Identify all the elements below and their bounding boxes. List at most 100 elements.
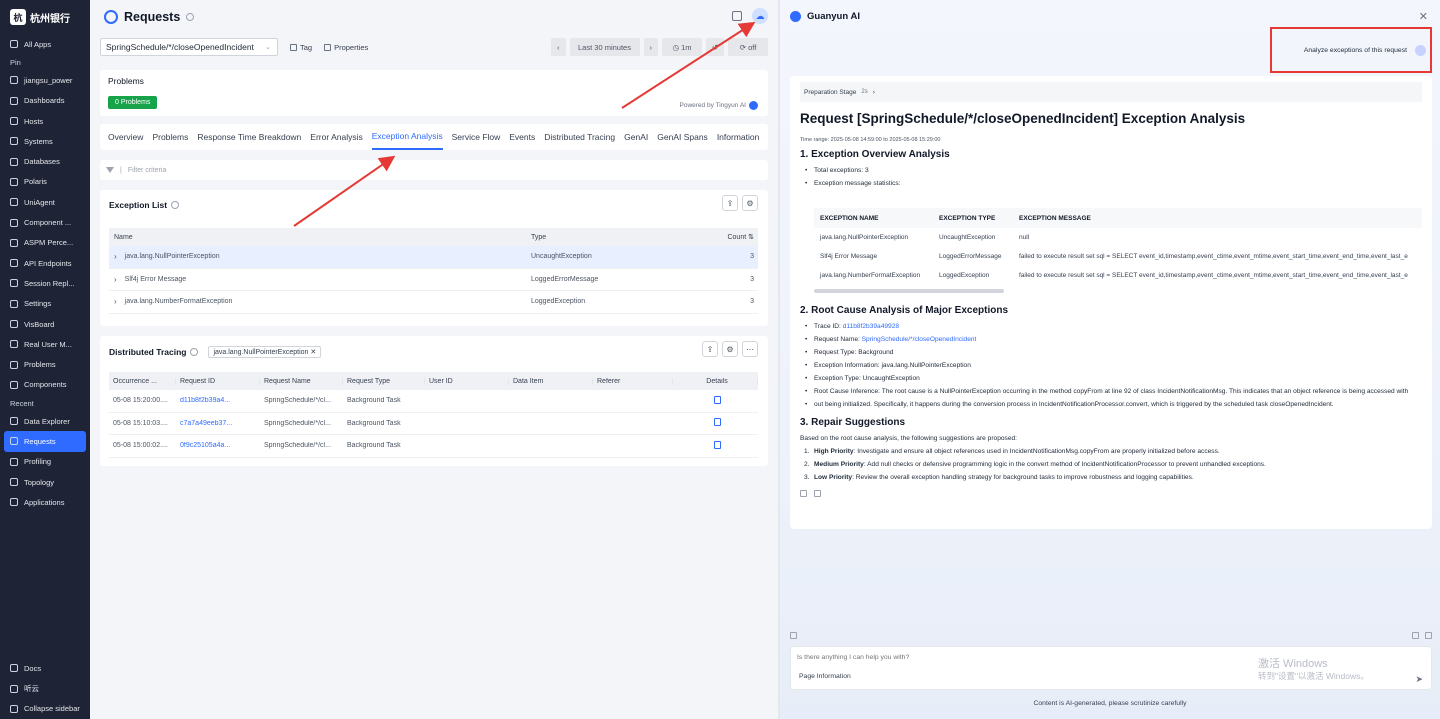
table-scrollbar[interactable] — [814, 289, 1004, 293]
sidebar-item-session-repl[interactable]: Session Repl... — [0, 273, 90, 293]
trace-id-link[interactable]: d11b8f2b39a49928 — [843, 323, 899, 330]
sidebar-item-uniagent[interactable]: UniAgent — [0, 192, 90, 212]
help-icon[interactable] — [1425, 632, 1432, 639]
sidebar-item-data-explorer[interactable]: Data Explorer — [0, 411, 90, 431]
time-back-button[interactable]: ↺ — [706, 38, 724, 56]
sidebar-item-systems[interactable]: Systems — [0, 131, 90, 151]
column-header-referer[interactable]: Referer — [593, 377, 673, 385]
info-icon[interactable] — [171, 201, 180, 209]
cell[interactable]: 0f9c25105a4a... — [176, 442, 260, 449]
document-icon[interactable] — [714, 440, 721, 449]
column-header-occurrence[interactable]: Occurrence ... — [109, 377, 176, 385]
ai-table-header: EXCEPTION MESSAGE — [1019, 214, 1091, 222]
sidebar-item-aspm-perce[interactable]: ASPM Perce... — [0, 233, 90, 253]
preparation-stage[interactable]: Preparation Stage 2s › — [800, 82, 1422, 102]
document-icon[interactable] — [714, 418, 721, 427]
tab-service-flow[interactable]: Service Flow — [452, 124, 501, 150]
column-header-request-id[interactable]: Request ID — [176, 377, 260, 385]
more-icon[interactable]: ⋯ — [742, 341, 758, 357]
sidebar-item-component[interactable]: Component ... — [0, 212, 90, 232]
tab-genai[interactable]: GenAI — [624, 124, 648, 150]
request-name-link[interactable]: SpringSchedule/*/closeOpenedIncident — [862, 336, 977, 343]
close-icon[interactable]: ✕ — [1419, 10, 1428, 23]
tab-information[interactable]: Information — [717, 124, 760, 150]
sidebar-item-visboard[interactable]: VisBoard — [0, 314, 90, 334]
chevron-right-icon[interactable]: › — [114, 297, 117, 306]
sidebar-item-polaris[interactable]: Polaris — [0, 172, 90, 192]
problems-badge[interactable]: 0 Problems — [108, 96, 158, 109]
cell: Background Task — [347, 419, 401, 427]
info-icon[interactable] — [190, 348, 199, 356]
sidebar-item-docs[interactable]: Docs — [0, 658, 90, 678]
sidebar-item-all-apps[interactable]: All Apps — [0, 34, 90, 54]
interval-select[interactable]: ◷ 1m — [662, 38, 702, 56]
tab-error-analysis[interactable]: Error Analysis — [310, 124, 362, 150]
sidebar-item-problems[interactable]: Problems — [0, 354, 90, 374]
request-select[interactable]: SpringSchedule/*/closeOpenedIncident ⌄ — [100, 38, 278, 56]
chevron-right-icon[interactable]: › — [114, 275, 117, 284]
tab-distributed-tracing[interactable]: Distributed Tracing — [544, 124, 615, 150]
tab-exception-analysis[interactable]: Exception Analysis — [371, 124, 443, 150]
tab-overview[interactable]: Overview — [108, 124, 143, 150]
ai-assistant-button[interactable]: ☁ — [752, 8, 768, 24]
column-header-details[interactable]: Details — [673, 377, 758, 385]
chevron-right-icon[interactable]: › — [114, 252, 117, 261]
sidebar-item-databases[interactable]: Databases — [0, 151, 90, 171]
sidebar-item-applications[interactable]: Applications — [0, 492, 90, 512]
document-icon[interactable] — [714, 395, 721, 404]
export-icon[interactable]: ⇪ — [702, 341, 718, 357]
sidebar-item-api-endpoints[interactable]: API Endpoints — [0, 253, 90, 273]
collapse-sidebar-button[interactable]: Collapse sidebar — [0, 699, 90, 719]
column-header-request-type[interactable]: Request Type — [343, 377, 425, 385]
table-row[interactable]: › Slf4j Error Message LoggedErrorMessage 3 — [109, 269, 758, 291]
filter-criteria-input[interactable]: Filter criteria — [128, 167, 167, 174]
tag-filter[interactable]: Tag — [290, 43, 312, 52]
ai-table-header: EXCEPTION NAME — [820, 214, 879, 222]
settings-icon[interactable]: ⚙ — [742, 195, 758, 211]
send-icon[interactable]: ➤ — [1415, 674, 1423, 685]
tab-problems[interactable]: Problems — [152, 124, 188, 150]
filter-criteria-bar[interactable]: | Filter criteria — [100, 160, 768, 180]
column-header-user-id[interactable]: User ID — [425, 377, 509, 385]
properties-filter[interactable]: Properties — [324, 43, 368, 52]
save-icon[interactable] — [732, 11, 742, 21]
column-header-request-name[interactable]: Request Name — [260, 377, 343, 385]
tab-events[interactable]: Events — [509, 124, 535, 150]
sidebar-item-requests[interactable]: Requests — [4, 431, 86, 452]
sidebar-item-jiangsu-power[interactable]: jiangsu_power — [0, 70, 90, 90]
sidebar-item-components[interactable]: Components — [0, 375, 90, 395]
sidebar-item-user[interactable]: 听云 — [0, 678, 90, 698]
time-next-button[interactable]: › — [643, 38, 658, 56]
new-chat-icon[interactable] — [790, 632, 797, 639]
chat-input[interactable] — [797, 654, 1197, 661]
sidebar-item-profiling[interactable]: Profiling — [0, 452, 90, 472]
table-row[interactable]: › java.lang.NumberFormatException LoggedEx… — [109, 291, 758, 314]
cell[interactable]: d11b8f2b39a4... — [176, 397, 260, 404]
column-header-data-item[interactable]: Data Item — [509, 377, 593, 385]
sidebar-item-real-user-m[interactable]: Real User M... — [0, 334, 90, 354]
share-icon[interactable] — [814, 490, 821, 497]
exception-filter-tag[interactable]: java.lang.NullPointerException ✕ — [208, 346, 322, 358]
time-range-select[interactable]: Last 30 minutes — [569, 38, 640, 56]
tab-genai-spans[interactable]: GenAI Spans — [657, 124, 708, 150]
time-prev-button[interactable]: ‹ — [551, 38, 566, 56]
tab-response-time-breakdown[interactable]: Response Time Breakdown — [197, 124, 301, 150]
sidebar-item-dashboards[interactable]: Dashboards — [0, 91, 90, 111]
export-icon[interactable]: ⇪ — [722, 195, 738, 211]
settings-icon[interactable]: ⚙ — [722, 341, 738, 357]
sidebar-item-topology[interactable]: Topology — [0, 472, 90, 492]
sidebar-item-settings[interactable]: Settings — [0, 294, 90, 314]
sidebar-item-hosts[interactable]: Hosts — [0, 111, 90, 131]
funnel-icon — [106, 167, 114, 173]
table-row[interactable]: › java.lang.NullPointerException UncaughtE… — [109, 246, 758, 269]
history-icon[interactable] — [1412, 632, 1419, 639]
refresh-select[interactable]: ⟳ off — [728, 38, 768, 56]
cell: 05-08 15:10:03.... — [113, 419, 168, 427]
info-icon[interactable] — [186, 12, 195, 21]
copy-icon[interactable] — [800, 490, 807, 497]
count-sort-header[interactable]: Count ⇅ — [660, 233, 758, 241]
cell[interactable]: c7a7a49eeb37... — [176, 420, 260, 427]
close-icon[interactable]: ✕ — [310, 349, 316, 356]
chat-input-box[interactable]: Page Information ➤ — [790, 646, 1432, 690]
page-information-chip[interactable]: Page Information — [799, 673, 851, 680]
